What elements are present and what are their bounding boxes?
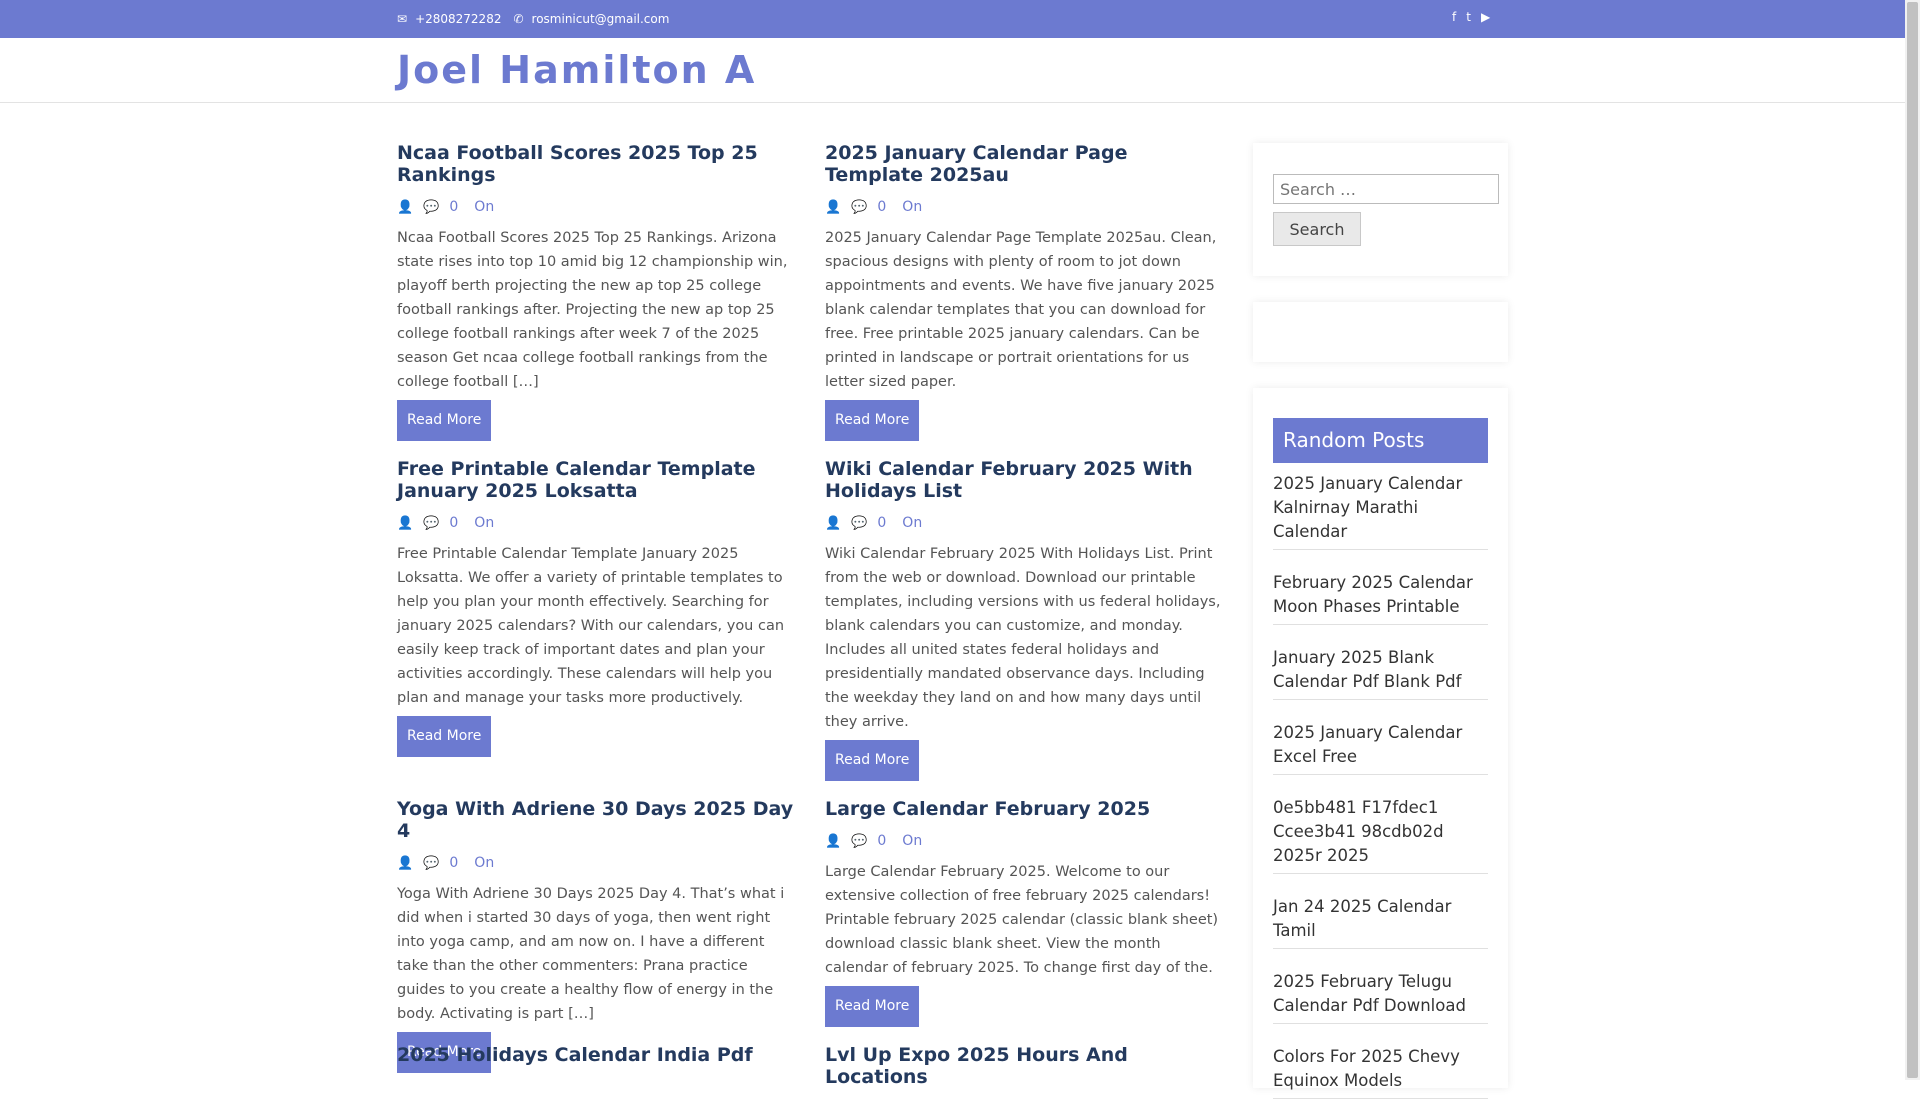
random-posts-list: 2025 January Calendar Kalnirnay Marathi … bbox=[1273, 466, 1488, 1114]
random-post-link[interactable]: Colors For 2025 Chevy Equinox Models bbox=[1273, 1039, 1488, 1099]
post-card: Yoga With Adriene 30 Days 2025 Day 4 👤 💬… bbox=[397, 798, 797, 1073]
post-card: Ncaa Football Scores 2025 Top 25 Ranking… bbox=[397, 142, 797, 441]
post-title[interactable]: 2025 January Calendar Page Template 2025… bbox=[825, 142, 1225, 186]
post-excerpt: Yoga With Adriene 30 Days 2025 Day 4. Th… bbox=[397, 886, 785, 1022]
site-header: Joel Hamilton A bbox=[0, 38, 1905, 103]
user-icon: 👤 bbox=[397, 199, 414, 215]
post-date[interactable]: On bbox=[474, 515, 494, 531]
post-date[interactable]: On bbox=[902, 833, 922, 849]
social-links: f t ▶ bbox=[1452, 10, 1490, 24]
read-more-button[interactable]: Read More bbox=[825, 400, 920, 441]
post-date[interactable]: On bbox=[474, 855, 494, 871]
comment-count[interactable]: 0 bbox=[449, 199, 458, 215]
post-title[interactable]: Wiki Calendar February 2025 With Holiday… bbox=[825, 458, 1225, 502]
comment-count[interactable]: 0 bbox=[449, 855, 458, 871]
email-address: rosminicut@gmail.com bbox=[531, 12, 670, 26]
post-meta: 👤 💬 0 On bbox=[397, 514, 797, 532]
post-date[interactable]: On bbox=[902, 515, 922, 531]
post-meta: 👤 💬 0 On bbox=[397, 198, 797, 216]
site-title[interactable]: Joel Hamilton A bbox=[397, 48, 756, 92]
post-excerpt: Ncaa Football Scores 2025 Top 25 Ranking… bbox=[397, 230, 788, 390]
top-bar: ✉ +2808272282 ✆ rosminicut@gmail.com f t… bbox=[0, 0, 1905, 38]
search-widget: Search bbox=[1253, 143, 1508, 276]
read-more-button[interactable]: Read More bbox=[397, 400, 492, 441]
random-post-link[interactable]: 0e5bb481 F17fdec1 Ccee3b41 98cdb02d 2025… bbox=[1273, 790, 1488, 874]
post-title[interactable]: Free Printable Calendar Template January… bbox=[397, 458, 797, 502]
phone-icon: ✆ bbox=[513, 12, 524, 26]
post-card: Free Printable Calendar Template January… bbox=[397, 458, 797, 757]
post-card: Wiki Calendar February 2025 With Holiday… bbox=[825, 458, 1225, 781]
post-card: Lvl Up Expo 2025 Hours And Locations bbox=[825, 1044, 1225, 1088]
scrollbar-thumb[interactable] bbox=[1907, 2, 1918, 1078]
comment-icon: 💬 bbox=[851, 515, 868, 531]
post-title[interactable]: Yoga With Adriene 30 Days 2025 Day 4 bbox=[397, 798, 797, 842]
comment-count[interactable]: 0 bbox=[877, 833, 886, 849]
random-post-link[interactable]: February 2025 Calendar Moon Phases Print… bbox=[1273, 565, 1488, 625]
comment-icon: 💬 bbox=[851, 833, 868, 849]
random-post-link[interactable]: Jan 24 2025 Calendar Tamil bbox=[1273, 889, 1488, 949]
user-icon: 👤 bbox=[397, 855, 414, 871]
post-date[interactable]: On bbox=[474, 199, 494, 215]
comment-count[interactable]: 0 bbox=[449, 515, 458, 531]
random-posts-title: Random Posts bbox=[1273, 418, 1488, 463]
post-meta: 👤 💬 0 On bbox=[825, 198, 1225, 216]
read-more-button[interactable]: Read More bbox=[825, 740, 920, 781]
post-title[interactable]: Lvl Up Expo 2025 Hours And Locations bbox=[825, 1044, 1225, 1088]
envelope-icon: ✉ bbox=[397, 12, 408, 26]
comment-count[interactable]: 0 bbox=[877, 199, 886, 215]
post-meta: 👤 💬 0 On bbox=[825, 514, 1225, 532]
comment-icon: 💬 bbox=[851, 199, 868, 215]
post-card: 2025 January Calendar Page Template 2025… bbox=[825, 142, 1225, 441]
post-excerpt: Wiki Calendar February 2025 With Holiday… bbox=[825, 546, 1221, 730]
post-excerpt: Large Calendar February 2025. Welcome to… bbox=[825, 864, 1219, 976]
random-post-link[interactable]: 2025 January Calendar Kalnirnay Marathi … bbox=[1273, 466, 1488, 550]
post-meta: 👤 💬 0 On bbox=[825, 832, 1225, 850]
post-meta: 👤 💬 0 On bbox=[397, 854, 797, 872]
user-icon: 👤 bbox=[825, 199, 842, 215]
random-post-link[interactable]: January 2025 Blank Calendar Pdf Blank Pd… bbox=[1273, 640, 1488, 700]
post-title[interactable]: 2025 Holidays Calendar India Pdf bbox=[397, 1044, 797, 1066]
random-posts-widget: Random Posts 2025 January Calendar Kalni… bbox=[1253, 388, 1508, 1099]
post-date[interactable]: On bbox=[902, 199, 922, 215]
empty-widget bbox=[1253, 302, 1508, 362]
user-icon: 👤 bbox=[825, 833, 842, 849]
comment-icon: 💬 bbox=[423, 199, 440, 215]
read-more-button[interactable]: Read More bbox=[825, 986, 920, 1027]
comment-icon: 💬 bbox=[423, 855, 440, 871]
contact-info: ✉ +2808272282 ✆ rosminicut@gmail.com bbox=[397, 12, 681, 26]
post-title[interactable]: Ncaa Football Scores 2025 Top 25 Ranking… bbox=[397, 142, 797, 186]
youtube-icon[interactable]: ▶ bbox=[1481, 10, 1490, 24]
user-icon: 👤 bbox=[397, 515, 414, 531]
random-post-link[interactable]: 2025 February Telugu Calendar Pdf Downlo… bbox=[1273, 964, 1488, 1024]
phone-number: +2808272282 bbox=[415, 12, 502, 26]
read-more-button[interactable]: Read More bbox=[397, 716, 492, 757]
search-input[interactable] bbox=[1273, 174, 1499, 204]
post-excerpt: Free Printable Calendar Template January… bbox=[397, 546, 785, 706]
facebook-icon[interactable]: f bbox=[1452, 10, 1456, 24]
random-post-link[interactable]: 2025 January Calendar Excel Free bbox=[1273, 715, 1488, 775]
twitter-icon[interactable]: t bbox=[1466, 10, 1471, 24]
user-icon: 👤 bbox=[825, 515, 842, 531]
post-card: 2025 Holidays Calendar India Pdf bbox=[397, 1044, 797, 1066]
post-card: Large Calendar February 2025 👤 💬 0 On La… bbox=[825, 798, 1225, 1027]
post-title[interactable]: Large Calendar February 2025 bbox=[825, 798, 1225, 820]
search-button[interactable]: Search bbox=[1273, 212, 1361, 246]
comment-icon: 💬 bbox=[423, 515, 440, 531]
post-excerpt: 2025 January Calendar Page Template 2025… bbox=[825, 230, 1217, 390]
comment-count[interactable]: 0 bbox=[877, 515, 886, 531]
page-scrollbar[interactable] bbox=[1905, 0, 1920, 1080]
